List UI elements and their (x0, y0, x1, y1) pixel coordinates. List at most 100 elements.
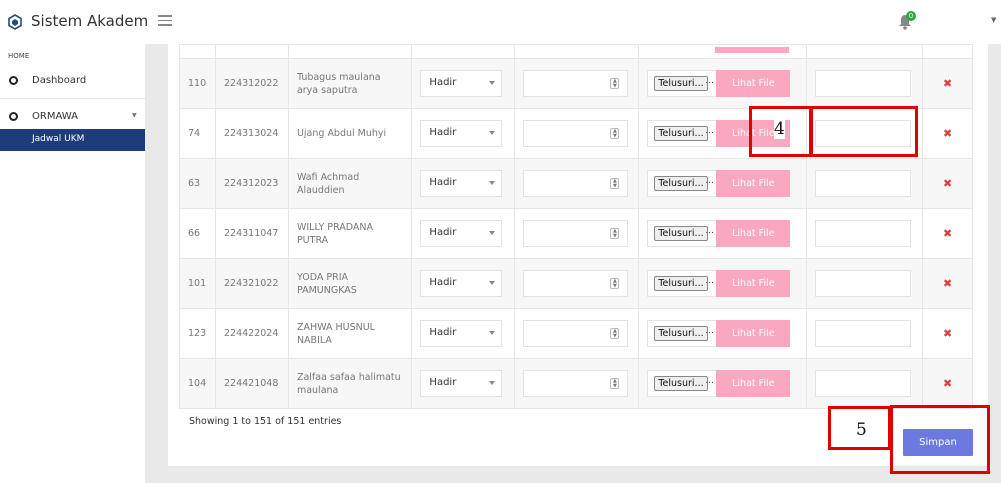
table-row: 66 224311047 WILLY PRADANA PUTRA Hadir ▲ ▼ Tel… (179, 208, 973, 259)
sidebar-subitem-jadwal-ukm[interactable]: Jadwal UKM (0, 129, 145, 151)
table-cell (806, 258, 924, 309)
student-nim: 224313024 (214, 108, 289, 159)
spinner-icon[interactable]: ▲ ▼ (610, 378, 620, 389)
note-input[interactable] (815, 270, 912, 297)
delete-icon[interactable]: ✖ (943, 77, 952, 90)
sidebar-item-ormawa[interactable]: ORMAWA ▼ (0, 108, 145, 130)
note-input[interactable] (815, 170, 912, 197)
caret-down-icon (489, 81, 496, 85)
chevron-down-icon: ▼ (132, 112, 137, 119)
table-cell: ▲ ▼ (514, 258, 640, 309)
browse-button[interactable]: Telusuri... (654, 126, 708, 141)
table-row: 63 224312023 Wafi Achmad Alauddien Hadir ▲ ▼ T… (179, 158, 973, 209)
top-bar: Sistem Akademik 0 ▼ (0, 0, 1001, 44)
file-input[interactable]: Telusuri...... Lihat File (647, 320, 791, 347)
row-number: 110 (179, 58, 216, 109)
sidebar: HOME Dashboard ORMAWA ▼ Jadwal UKM (0, 44, 145, 483)
spinner-icon[interactable]: ▲ ▼ (610, 278, 620, 289)
user-menu-caret-icon[interactable]: ▼ (991, 16, 996, 24)
attendance-status-select[interactable]: Hadir (420, 170, 503, 197)
file-input[interactable]: Telusuri...... Lihat File (647, 220, 791, 247)
menu-toggle-icon[interactable] (158, 15, 172, 27)
table-cell: ✖ (922, 308, 973, 359)
table-cell: ▲ ▼ (514, 158, 640, 209)
table-cell: Telusuri...... Lihat File (638, 208, 808, 259)
delete-icon[interactable]: ✖ (943, 127, 952, 140)
row-number: 104 (179, 358, 216, 409)
number-input[interactable]: ▲ ▼ (523, 170, 629, 197)
file-input[interactable]: Telusuri...... Lihat File (647, 70, 791, 97)
spinner-icon[interactable]: ▲ ▼ (610, 78, 620, 89)
annotation-label-4: 4 (774, 119, 785, 139)
table-cell: Hadir (411, 58, 516, 109)
caret-down-icon (489, 231, 496, 235)
attendance-status-select[interactable]: Hadir (420, 220, 503, 247)
view-file-button[interactable]: Lihat File (716, 370, 791, 397)
sidebar-item-label: ORMAWA (32, 111, 78, 122)
delete-icon[interactable]: ✖ (943, 327, 952, 340)
caret-down-icon (489, 131, 496, 135)
number-input[interactable]: ▲ ▼ (523, 270, 629, 297)
browse-button[interactable]: Telusuri... (654, 326, 708, 341)
number-input[interactable]: ▲ ▼ (523, 320, 629, 347)
table-cell: Hadir (411, 308, 516, 359)
sidebar-section-header: HOME (8, 52, 30, 60)
student-name: Tubagus maulana arya saputra (287, 58, 413, 109)
caret-down-icon (489, 281, 496, 285)
note-input[interactable] (815, 220, 912, 247)
table-cell: Hadir (411, 258, 516, 309)
browse-button[interactable]: Telusuri... (654, 176, 708, 191)
view-file-button[interactable]: Lihat File (716, 220, 791, 247)
view-file-button[interactable]: Lihat File (716, 170, 791, 197)
attendance-status-select[interactable]: Hadir (420, 320, 503, 347)
sidebar-subitem-label: Jadwal UKM (32, 134, 85, 144)
table-cell: ▲ ▼ (514, 208, 640, 259)
number-input[interactable]: ▲ ▼ (523, 220, 629, 247)
delete-icon[interactable]: ✖ (943, 177, 952, 190)
attendance-status-select[interactable]: Hadir (420, 270, 503, 297)
delete-icon[interactable]: ✖ (943, 277, 952, 290)
row-number: 63 (179, 158, 216, 209)
table-cell: ✖ (922, 258, 973, 309)
spinner-icon[interactable]: ▲ ▼ (610, 178, 620, 189)
attendance-status-select[interactable]: Hadir (420, 70, 503, 97)
browse-button[interactable]: Telusuri... (654, 226, 708, 241)
select-value: Hadir (429, 177, 457, 188)
browse-button[interactable]: Telusuri... (654, 276, 708, 291)
student-nim: 224312022 (214, 58, 289, 109)
file-input[interactable]: Telusuri...... Lihat File (647, 370, 791, 397)
view-file-button[interactable]: Lihat File (716, 320, 791, 347)
file-input[interactable]: Telusuri...... Lihat File (647, 170, 791, 197)
view-file-button[interactable]: Lihat File (716, 270, 791, 297)
row-number: 123 (179, 308, 216, 359)
delete-icon[interactable]: ✖ (943, 227, 952, 240)
number-input[interactable]: ▲ ▼ (523, 120, 629, 147)
sidebar-item-dashboard[interactable]: Dashboard (0, 72, 145, 94)
number-input[interactable]: ▲ ▼ (523, 70, 629, 97)
student-name: Zalfaa safaa halimatu maulana (287, 358, 413, 409)
attendance-status-select[interactable]: Hadir (420, 120, 503, 147)
browse-button[interactable]: Telusuri... (654, 76, 708, 91)
table-cell (806, 308, 924, 359)
view-file-button[interactable]: Lihat File (716, 70, 791, 97)
spinner-icon[interactable]: ▲ ▼ (610, 128, 620, 139)
attendance-status-select[interactable]: Hadir (420, 370, 503, 397)
student-nim: 224321022 (214, 258, 289, 309)
spinner-icon[interactable]: ▲ ▼ (610, 228, 620, 239)
file-input[interactable]: Telusuri...... Lihat File (647, 270, 791, 297)
row-number: 101 (179, 258, 216, 309)
student-nim: 224421048 (214, 358, 289, 409)
note-input[interactable] (815, 70, 912, 97)
table-cell: ▲ ▼ (514, 358, 640, 409)
browse-button[interactable]: Telusuri... (654, 376, 708, 391)
select-value: Hadir (429, 327, 457, 338)
number-input[interactable]: ▲ ▼ (523, 370, 629, 397)
annotation-label-5: 5 (856, 420, 867, 440)
note-input[interactable] (815, 370, 912, 397)
select-value: Hadir (429, 127, 457, 138)
file-name-placeholder: ... (705, 376, 714, 386)
view-file-button-partial[interactable] (715, 46, 790, 53)
note-input[interactable] (815, 320, 912, 347)
spinner-icon[interactable]: ▲ ▼ (610, 328, 620, 339)
delete-icon[interactable]: ✖ (943, 377, 952, 390)
